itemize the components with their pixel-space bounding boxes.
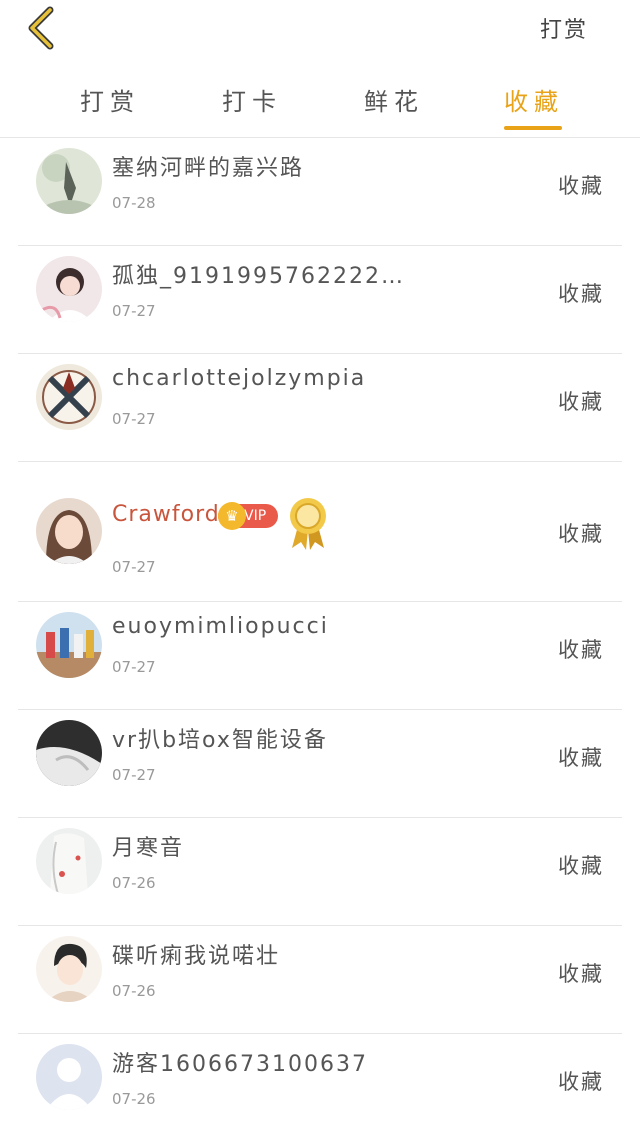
list-item[interactable]: chcarlottejolzympia 07-27 收藏: [18, 354, 622, 462]
favorite-label: 收藏: [558, 174, 604, 198]
back-button[interactable]: [22, 4, 62, 52]
favorite-date: 07-27: [112, 410, 156, 428]
favorite-date: 07-27: [112, 658, 156, 676]
tab-bar: 打赏 打卡 鲜花 收藏: [0, 66, 640, 138]
avatar: [36, 364, 102, 430]
favorite-date: 07-27: [112, 766, 156, 784]
avatar: [36, 720, 102, 786]
avatar: [36, 148, 102, 214]
avatar: [36, 936, 102, 1002]
reward-button[interactable]: 打赏: [540, 12, 588, 44]
favorite-label: 收藏: [558, 854, 604, 878]
crown-icon: ♛: [218, 502, 246, 530]
user-name: chcarlottejolzympia: [112, 366, 367, 391]
user-name: Crawford: [112, 502, 220, 527]
favorite-label: 收藏: [558, 282, 604, 306]
favorite-date: 07-27: [112, 558, 156, 576]
user-name: euoymimliopucci: [112, 614, 329, 639]
favorite-date: 07-26: [112, 874, 156, 892]
list-item[interactable]: euoymimliopucci 07-27 收藏: [18, 602, 622, 710]
favorite-date: 07-26: [112, 1090, 156, 1108]
top-bar: 打赏: [0, 0, 640, 62]
favorite-label: 收藏: [558, 1070, 604, 1094]
tab-checkin[interactable]: 打卡: [222, 82, 282, 117]
list-item[interactable]: Crawford ♛ VIP 07-27 收藏: [18, 462, 622, 602]
favorite-date: 07-26: [112, 982, 156, 1000]
favorite-label: 收藏: [558, 962, 604, 986]
user-name: 游客1606673100637: [112, 1052, 368, 1077]
list-item[interactable]: 游客1606673100637 07-26 收藏: [18, 1034, 622, 1136]
favorite-label: 收藏: [558, 638, 604, 662]
favorite-date: 07-27: [112, 302, 156, 320]
favorite-date: 07-28: [112, 194, 156, 212]
favorites-list: 塞纳河畔的嘉兴路 07-28 收藏 孤独_9191995762222… 07-2…: [0, 138, 640, 1136]
user-name: 月寒音: [112, 836, 185, 861]
favorite-label: 收藏: [558, 390, 604, 414]
list-item[interactable]: 孤独_9191995762222… 07-27 收藏: [18, 246, 622, 354]
user-name: 碟听痢我说喏壮: [112, 944, 281, 969]
avatar: [36, 498, 102, 564]
avatar: [36, 256, 102, 322]
vip-label: VIP: [244, 508, 267, 524]
user-name: 孤独_9191995762222…: [112, 264, 405, 289]
favorite-label: 收藏: [558, 522, 604, 546]
avatar: [36, 1044, 102, 1110]
user-name: vr扒b培ox智能设备: [112, 728, 328, 753]
list-item[interactable]: vr扒b培ox智能设备 07-27 收藏: [18, 710, 622, 818]
avatar: [36, 612, 102, 678]
tab-favorites[interactable]: 收藏: [504, 82, 564, 117]
medal-icon: [290, 498, 326, 550]
tab-reward[interactable]: 打赏: [80, 82, 140, 117]
favorite-label: 收藏: [558, 746, 604, 770]
tab-flowers[interactable]: 鲜花: [364, 82, 424, 117]
avatar: [36, 828, 102, 894]
list-item[interactable]: 碟听痢我说喏壮 07-26 收藏: [18, 926, 622, 1034]
user-name: 塞纳河畔的嘉兴路: [112, 156, 305, 181]
chevron-left-icon: [28, 6, 54, 50]
list-item[interactable]: 月寒音 07-26 收藏: [18, 818, 622, 926]
vip-badge: ♛ VIP: [218, 502, 278, 530]
active-tab-indicator: [504, 126, 562, 130]
list-item[interactable]: 塞纳河畔的嘉兴路 07-28 收藏: [18, 138, 622, 246]
